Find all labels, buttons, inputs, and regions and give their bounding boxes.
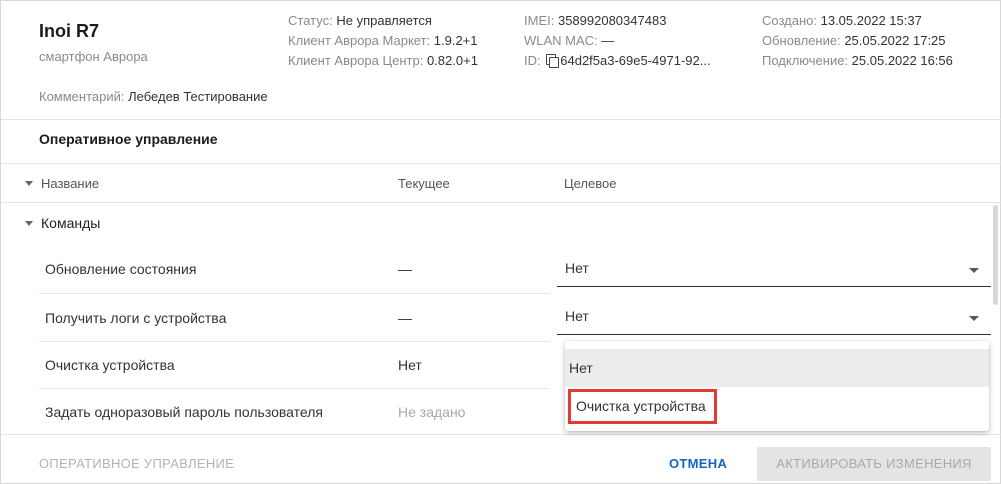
- device-comment: Комментарий: Лебедев Тестирование: [39, 89, 268, 104]
- row-label: Получить логи с устройства: [45, 310, 227, 326]
- column-header-target: Целевое: [564, 176, 617, 191]
- device-type: смартфон Аврора: [39, 49, 148, 64]
- market-value: 1.9.2+1: [433, 33, 478, 48]
- status-value: Не управляется: [336, 13, 432, 28]
- dropdown-option-none[interactable]: Нет: [565, 349, 989, 387]
- footer-divider: [1, 434, 1001, 435]
- row-current: Нет: [398, 357, 422, 373]
- table-header-divider: [1, 202, 1001, 203]
- section-divider: [1, 163, 1001, 164]
- comment-value: Лебедев Тестирование: [128, 89, 268, 104]
- device-name: Inoi R7: [39, 21, 100, 41]
- id-label: ID:: [524, 53, 541, 68]
- target-select[interactable]: Нет: [557, 253, 991, 287]
- column-header-current: Текущее: [398, 176, 450, 191]
- market-label: Клиент Аврора Маркет:: [288, 33, 431, 48]
- row-divider: [39, 388, 549, 389]
- device-card: Inoi R7 смартфон Аврора Комментарий: Леб…: [0, 0, 1001, 484]
- center-label: Клиент Аврора Центр:: [288, 53, 424, 68]
- dropdown-caret-icon: [969, 316, 979, 321]
- dropdown-menu: Нет Очистка устройства: [565, 341, 989, 431]
- header-divider: [1, 119, 1001, 120]
- caret-down-icon: [25, 221, 33, 226]
- copy-icon[interactable]: [546, 54, 560, 68]
- group-commands[interactable]: Команды: [25, 215, 100, 231]
- comment-label: Комментарий:: [39, 89, 125, 104]
- dropdown-caret-icon: [969, 268, 979, 273]
- row-current: —: [398, 310, 412, 326]
- row-divider: [39, 293, 549, 294]
- imei-value: 358992080347483: [557, 13, 667, 28]
- column-name-label: Название: [41, 176, 100, 191]
- connected-value: 25.05.2022 16:56: [851, 53, 953, 68]
- select-value: Нет: [565, 308, 589, 324]
- caret-down-icon: [25, 181, 33, 186]
- row-current: Не задано: [398, 404, 466, 420]
- created-value: 13.05.2022 15:37: [820, 13, 922, 28]
- column-header-name[interactable]: Название: [25, 176, 99, 191]
- row-label: Задать одноразовый пароль пользователя: [45, 404, 323, 420]
- status-label: Статус:: [288, 13, 333, 28]
- cancel-button[interactable]: ОТМЕНА: [669, 456, 727, 471]
- option-label: Очистка устройства: [568, 389, 717, 424]
- activate-button[interactable]: АКТИВИРОВАТЬ ИЗМЕНЕНИЯ: [757, 447, 991, 481]
- id-value: 64d2f5a3-69e5-4971-92...: [560, 53, 711, 68]
- group-label: Команды: [41, 215, 101, 231]
- device-header: Inoi R7 смартфон Аврора Комментарий: Леб…: [1, 1, 1001, 119]
- row-label: Обновление состояния: [45, 261, 197, 277]
- row-divider: [39, 341, 549, 342]
- dropdown-option-wipe[interactable]: Очистка устройства: [565, 387, 989, 425]
- center-value: 0.82.0+1: [426, 53, 478, 68]
- wlan-label: WLAN MAC:: [524, 33, 598, 48]
- meta-column-ids: IMEI: 358992080347483 WLAN MAC: — ID: 64…: [524, 11, 711, 71]
- meta-column-status: Статус: Не управляется Клиент Аврора Мар…: [288, 11, 478, 71]
- section-title: Оперативное управление: [39, 131, 218, 147]
- imei-label: IMEI:: [524, 13, 555, 28]
- select-value: Нет: [565, 260, 589, 276]
- meta-column-dates: Создано: 13.05.2022 15:37 Обновление: 25…: [762, 11, 953, 71]
- wlan-value: —: [601, 33, 615, 48]
- updated-value: 25.05.2022 17:25: [844, 33, 946, 48]
- target-select[interactable]: Нет: [557, 301, 991, 335]
- created-label: Создано:: [762, 13, 817, 28]
- footer-title: ОПЕРАТИВНОЕ УПРАВЛЕНИЕ: [39, 456, 235, 471]
- connected-label: Подключение:: [762, 53, 849, 68]
- row-current: —: [398, 261, 412, 277]
- vertical-scrollbar[interactable]: [993, 205, 998, 305]
- updated-label: Обновление:: [762, 33, 841, 48]
- row-label: Очистка устройства: [45, 357, 175, 373]
